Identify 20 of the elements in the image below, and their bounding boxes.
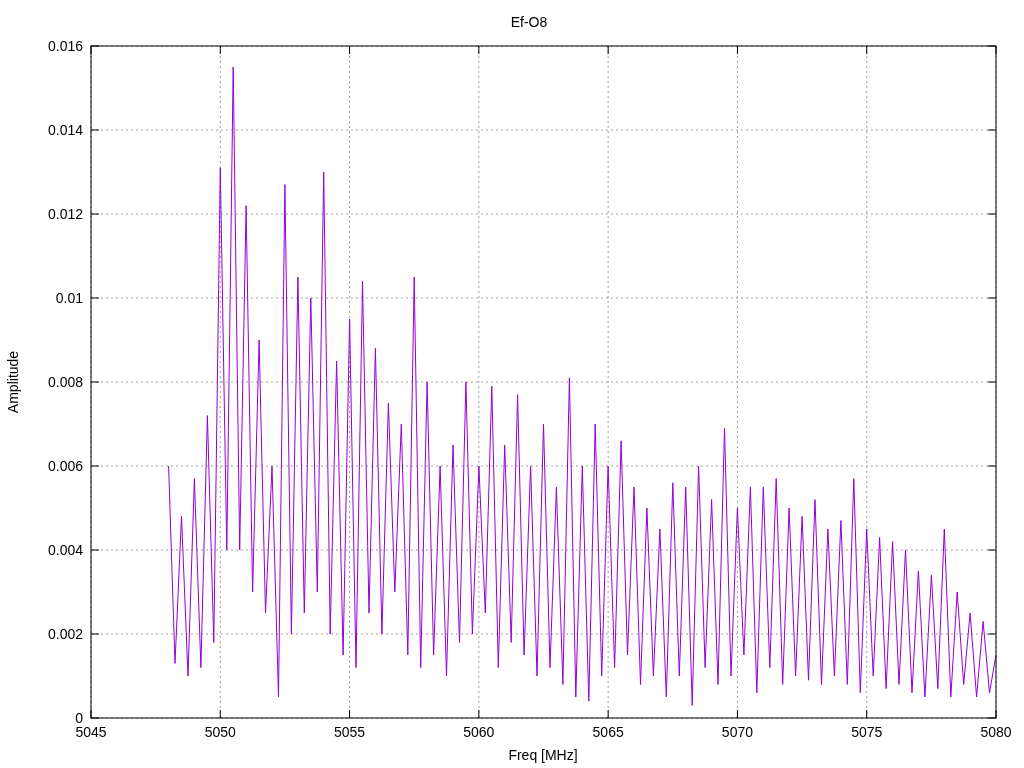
y-tick-label: 0.01	[55, 290, 83, 306]
y-tick-label: 0.004	[47, 542, 83, 558]
x-axis-label: Freq [MHz]	[508, 747, 578, 763]
y-tick-label: 0.008	[47, 374, 83, 390]
x-tick-label: 5075	[851, 724, 883, 740]
x-tick-label: 5065	[592, 724, 624, 740]
chart-title: Ef-O8	[510, 14, 548, 30]
y-tick-label: 0	[75, 710, 83, 726]
x-tick-label: 5080	[980, 724, 1012, 740]
x-tick-label: 5050	[204, 724, 236, 740]
y-axis-label: Amplitude	[5, 350, 21, 414]
y-tick-label: 0.016	[47, 38, 83, 54]
x-tick-label: 5070	[721, 724, 753, 740]
x-tick-label: 5045	[75, 724, 107, 740]
y-tick-label: 0.014	[47, 122, 83, 138]
y-tick-label: 0.012	[47, 206, 83, 222]
x-tick-label: 5055	[334, 724, 366, 740]
y-tick-label: 0.002	[47, 626, 83, 642]
x-tick-label: 5060	[463, 724, 495, 740]
y-tick-label: 0.006	[47, 458, 83, 474]
